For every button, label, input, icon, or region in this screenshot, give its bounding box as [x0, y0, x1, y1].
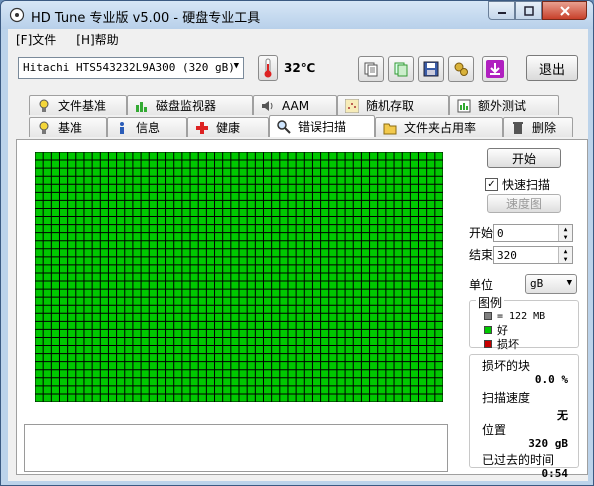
speaker-icon [260, 98, 276, 114]
end-value: 320 [497, 249, 517, 262]
temperature-readout: 32℃ [284, 61, 316, 75]
statistics-group: 损坏的块 0.0 % 扫描速度 无 位置 320 gB 已过去的时间 0:54 [469, 354, 579, 480]
scan-controls: 开始 ✓ 快速扫描 速度图 开始 0 ▲ ▼ 结束 320 ▲ ▼ 单位 gB … [463, 140, 583, 480]
close-button[interactable] [542, 1, 587, 20]
copy-green-icon [394, 62, 408, 77]
damaged-value: 0.0 % [534, 373, 568, 386]
unit-value: gB [530, 277, 544, 290]
tab-error-scan[interactable]: 错误扫描 [269, 115, 375, 137]
thermometer-icon [258, 55, 278, 81]
download-button[interactable] [482, 56, 508, 82]
minimize-icon [497, 11, 506, 14]
bar-chart-icon [134, 98, 150, 114]
tab-row-bottom: 基准 信息 健康 错误扫描 文件夹占用率 删除 [29, 115, 573, 137]
tab-file-benchmark[interactable]: 文件基准 [29, 95, 127, 115]
folder-icon [382, 120, 398, 136]
title-bar: HD Tune 专业版 v5.00 - 硬盘专业工具 [1, 1, 593, 29]
extra-tests-icon [456, 98, 472, 114]
elapsed-value: 0:54 [541, 467, 569, 480]
chevron-down-icon: ▼ [566, 278, 572, 288]
copy-icon [364, 62, 378, 77]
green-swatch-icon [484, 326, 492, 334]
client-area: [F]文件 [H]帮助 Hitachi HTS543232L9A300 (320… [8, 29, 588, 481]
log-box[interactable] [24, 424, 448, 472]
block-map [35, 152, 443, 402]
maximize-button[interactable] [515, 1, 542, 20]
copy-text-button[interactable] [388, 56, 414, 82]
close-icon [559, 5, 570, 16]
speed-map-button[interactable]: 速度图 [487, 194, 561, 213]
scan-speed-value: 无 [557, 409, 568, 422]
copy-info-button[interactable] [358, 56, 384, 82]
tab-aam[interactable]: AAM [253, 95, 337, 115]
scan-speed-label: 扫描速度 [482, 391, 531, 405]
tab-info[interactable]: 信息 [107, 117, 187, 137]
info-icon [114, 120, 130, 136]
tab-health[interactable]: 健康 [187, 117, 269, 137]
quick-scan-option[interactable]: ✓ 快速扫描 [485, 176, 550, 193]
red-swatch-icon [484, 340, 492, 348]
menu-file[interactable]: [F]文件 [16, 31, 56, 48]
save-button[interactable] [418, 56, 444, 82]
legend-good: 好 [484, 323, 545, 337]
start-label: 开始 [469, 226, 494, 240]
window-title: HD Tune 专业版 v5.00 - 硬盘专业工具 [31, 11, 261, 26]
tab-benchmark[interactable]: 基准 [29, 117, 107, 137]
end-label: 结束 [469, 248, 494, 262]
gray-swatch-icon [484, 312, 492, 320]
app-window: HD Tune 专业版 v5.00 - 硬盘专业工具 [F]文件 [H]帮助 H… [0, 0, 594, 486]
minimize-button[interactable] [488, 1, 515, 20]
menu-bar: [F]文件 [H]帮助 [8, 29, 588, 49]
app-logo-icon [9, 7, 25, 23]
quick-scan-label: 快速扫描 [502, 178, 551, 192]
legend-group: 图例 = 122 MB 好 损坏 [469, 294, 579, 351]
options-button[interactable] [448, 56, 474, 82]
start-spin-icon[interactable]: ▲ ▼ [558, 225, 572, 241]
unit-label: 单位 [469, 278, 494, 292]
tab-disk-monitor[interactable]: 磁盘监视器 [127, 95, 253, 115]
menu-help[interactable]: [H]帮助 [76, 31, 118, 48]
file-benchmark-icon [36, 98, 52, 114]
damaged-label: 损坏的块 [482, 359, 531, 373]
legend-block-size: = 122 MB [484, 309, 545, 323]
chevron-down-icon: ▼ [233, 61, 239, 71]
position-label: 位置 [482, 423, 507, 437]
tab-extra-tests[interactable]: 额外测试 [449, 95, 559, 115]
error-scan-panel: 开始 ✓ 快速扫描 速度图 开始 0 ▲ ▼ 结束 320 ▲ ▼ 单位 gB … [16, 139, 588, 480]
download-arrow-icon [486, 60, 504, 78]
toolbar: Hitachi HTS543232L9A300 (320 gB) ▼ 32℃ 退… [8, 51, 588, 87]
maximize-icon [523, 5, 534, 16]
start-scan-button[interactable]: 开始 [487, 148, 561, 168]
floppy-disk-icon [423, 61, 439, 77]
red-cross-icon [194, 120, 210, 136]
drive-select[interactable]: Hitachi HTS543232L9A300 (320 gB) ▼ [18, 57, 244, 79]
legend-bad: 损坏 [484, 337, 545, 351]
scatter-icon [344, 98, 360, 114]
quick-scan-checkbox[interactable]: ✓ [485, 178, 498, 191]
magnifier-icon [276, 119, 292, 135]
start-value: 0 [497, 227, 504, 240]
exit-button[interactable]: 退出 [526, 55, 578, 81]
lightbulb-icon [36, 120, 52, 136]
elapsed-label: 已过去的时间 [482, 453, 555, 467]
tab-folder-usage[interactable]: 文件夹占用率 [375, 117, 503, 137]
drive-select-value: Hitachi HTS543232L9A300 (320 gB) [23, 61, 235, 74]
tab-random-access[interactable]: 随机存取 [337, 95, 449, 115]
trash-icon [510, 120, 526, 136]
end-spin-icon[interactable]: ▲ ▼ [558, 247, 572, 263]
gears-icon [454, 62, 468, 76]
unit-select[interactable]: gB ▼ [525, 274, 577, 294]
start-input[interactable]: 0 ▲ ▼ [493, 224, 573, 242]
tab-row-top: 文件基准 磁盘监视器 AAM 随机存取 额外测试 [29, 95, 559, 115]
position-value: 320 gB [528, 437, 568, 450]
tab-erase[interactable]: 删除 [503, 117, 573, 137]
end-input[interactable]: 320 ▲ ▼ [493, 246, 573, 264]
